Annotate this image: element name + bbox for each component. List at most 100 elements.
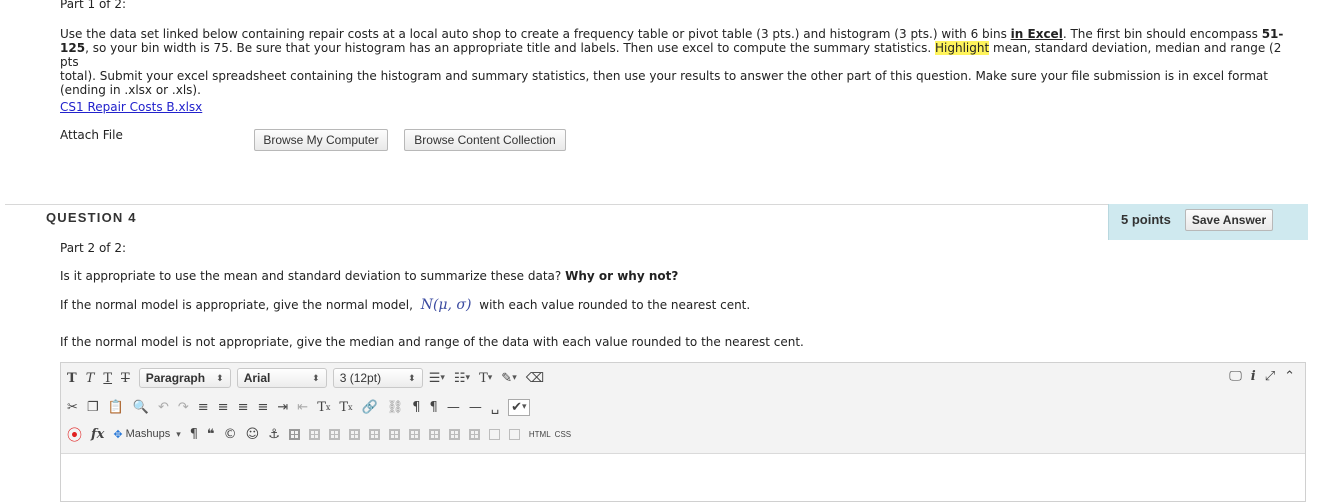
find-icon[interactable]: 🔍 [133,400,149,415]
paragraph-mark-icon[interactable]: ¶ [190,427,198,442]
paste-icon[interactable]: 📋 [108,400,124,415]
normal-model-notation: N(μ, σ) [420,297,472,313]
question-main: Is it appropriate to use the mean and st… [60,269,562,283]
instruction-line-1: Use the data set linked below containing… [60,27,1284,41]
horizontal-rule-icon[interactable]: — [447,400,460,415]
browse-content-collection-button[interactable]: Browse Content Collection [404,129,566,151]
normal-model-prefix: If the normal model is appropriate, give… [60,298,413,312]
preview-icon[interactable]: 🖵 [1229,369,1242,384]
save-answer-button[interactable]: Save Answer [1185,209,1273,231]
mashups-label: Mashups [125,428,171,440]
outdent-icon[interactable]: ⇤ [297,400,308,415]
instruction-line-2: 125, so your bin width is 75. Be sure th… [60,41,1282,69]
insert-table-icon[interactable] [288,428,300,440]
toolbar-row-1: T T T T Paragraph ⬍ Arial ⬍ 3 (12pt) ⬍ ☰… [67,366,553,390]
undo-icon[interactable]: ↶ [158,400,169,415]
font-select[interactable]: Arial ⬍ [236,368,327,388]
cut-icon[interactable]: ✂ [67,400,78,415]
instruction-line-4: (ending in .xlsx or .xls). [60,83,201,97]
size-select[interactable]: 3 (12pt) ⬍ [332,368,423,388]
subscript-icon[interactable]: Tx [339,400,352,415]
align-right-icon[interactable]: ≡ [238,400,249,415]
table-row-after-icon[interactable] [328,428,340,440]
font-value: Arial [243,371,271,385]
table-row-before-icon[interactable] [308,428,320,440]
nonbreaking-space-icon[interactable]: ␣ [491,400,499,415]
separator-icon[interactable]: — [469,400,482,415]
not-normal-text: If the normal model is not appropriate, … [60,335,804,349]
normal-model-suffix: with each value rounded to the nearest c… [479,298,751,312]
mashups-menu[interactable]: ✥ Mashups ▾ [113,428,180,441]
repair-costs-file-link[interactable]: CS1 Repair Costs B.xlsx [60,100,202,114]
table-cell-icon[interactable] [488,428,500,440]
bullet-list-icon[interactable]: ☰ ▾ [429,371,445,386]
paragraph-value: Paragraph [145,371,206,385]
toolbar-right: 🖵 i ⤢ ⌃ [1229,369,1295,384]
answer-editor[interactable]: T T T T Paragraph ⬍ Arial ⬍ 3 (12pt) ⬍ ☰… [60,362,1306,502]
table-row-props-icon[interactable] [508,428,520,440]
text-color-icon[interactable]: T ▾ [479,371,492,386]
mashups-icon: ✥ [113,428,123,441]
question-text: Is it appropriate to use the mean and st… [60,269,678,283]
formula-icon[interactable]: fx [91,427,104,442]
align-left-icon[interactable]: ≡ [198,400,209,415]
part-label-2: Part 2 of 2: [60,241,127,255]
anchor-icon[interactable]: ⚓ [268,427,280,442]
table-merge-icon[interactable] [448,428,460,440]
superscript-icon[interactable]: Tx [317,400,330,415]
points-panel: 5 points Save Answer [1108,204,1308,240]
copy-icon[interactable]: ❐ [87,400,99,415]
select-arrows-icon: ⬍ [216,372,224,383]
browse-my-computer-button[interactable]: Browse My Computer [254,129,388,151]
rtl-icon[interactable]: ¶ [430,400,438,415]
instructions: Use the data set linked below containing… [60,27,1290,97]
part-label-1: Part 1 of 2: [60,0,127,11]
collapse-toolbar-icon[interactable]: ⌃ [1284,369,1295,384]
table-col-after-icon[interactable] [388,428,400,440]
normal-model-text: If the normal model is appropriate, give… [60,297,750,313]
table-delete-col-icon[interactable] [408,428,420,440]
ltr-icon[interactable]: ¶ [412,400,420,415]
italic-icon[interactable]: T [86,371,95,386]
table-delete-row-icon[interactable] [348,428,360,440]
info-icon[interactable]: i [1251,369,1256,384]
question-divider [5,204,1108,205]
paragraph-select[interactable]: Paragraph ⬍ [138,368,231,388]
underline-icon[interactable]: T [103,371,112,386]
html-label: HTML [528,429,551,439]
table-col-before-icon[interactable] [368,428,380,440]
link-icon[interactable]: 🔗 [362,400,378,415]
spellcheck-icon[interactable]: ✔ ▾ [508,398,530,416]
indent-icon[interactable]: ⇥ [277,400,288,415]
redo-icon[interactable]: ↷ [178,400,189,415]
instruction-line-3: total). Submit your excel spreadsheet co… [60,69,1268,83]
attach-file-label: Attach File [60,128,123,142]
question-followup: Why or why not? [565,269,679,283]
record-icon[interactable]: ⦿ [67,424,82,445]
editor-toolbar: T T T T Paragraph ⬍ Arial ⬍ 3 (12pt) ⬍ ☰… [61,363,1305,454]
strikethrough-icon[interactable]: T [121,371,130,386]
select-arrows-icon: ⬍ [312,372,320,383]
table-props-icon[interactable] [468,428,480,440]
css-label: CSS [554,429,572,439]
eraser-icon[interactable]: ⌫ [526,371,544,386]
blockquote-icon[interactable]: ❝ [207,427,215,442]
table-split-icon[interactable] [428,428,440,440]
emoticon-icon[interactable]: ☺ [246,427,260,442]
size-value: 3 (12pt) [339,371,382,385]
points-value: 5 points [1121,212,1171,227]
justify-icon[interactable]: ≡ [257,400,268,415]
numbered-list-icon[interactable]: ☷ ▾ [454,371,470,386]
editor-text-area[interactable] [61,454,1305,502]
fullscreen-icon[interactable]: ⤢ [1265,369,1275,384]
bold-icon[interactable]: T [67,371,77,386]
select-arrows-icon: ⬍ [408,372,416,383]
unlink-icon[interactable]: ⛓ [387,400,404,415]
question-heading: QUESTION 4 [46,210,137,225]
html-source-button[interactable]: HTML CSS [529,430,571,439]
highlight-pen-icon[interactable]: ✎ ▾ [501,371,516,386]
align-center-icon[interactable]: ≡ [218,400,229,415]
toolbar-row-2: ✂ ❐ 📋 🔍 ↶ ↷ ≡ ≡ ≡ ≡ ⇥ ⇤ Tx Tx 🔗 ⛓ ¶ ¶ — … [67,395,539,419]
toolbar-row-3: ⦿ fx ✥ Mashups ▾ ¶ ❝ © ☺ ⚓ HTML CSS [67,422,580,446]
copyright-icon[interactable]: © [224,427,237,442]
